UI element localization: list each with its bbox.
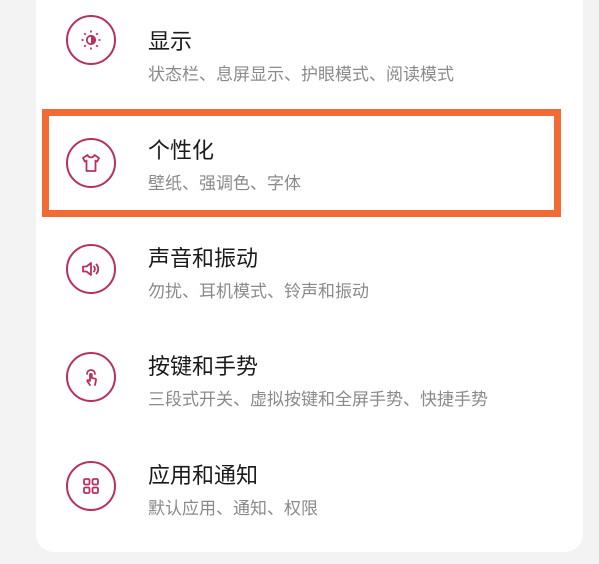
tshirt-icon [66, 138, 116, 188]
settings-item-personalization[interactable]: 个性化 壁纸、强调色、字体 [36, 109, 583, 217]
settings-item-title: 声音和振动 [148, 247, 259, 272]
touch-gesture-icon [66, 352, 116, 402]
settings-item-subtitle: 默认应用、通知、权限 [148, 499, 318, 519]
brightness-icon [66, 15, 116, 65]
apps-grid-icon [66, 461, 116, 511]
speaker-icon [66, 244, 116, 294]
settings-item-apps-notifications[interactable]: 应用和通知 默认应用、通知、权限 [36, 432, 583, 540]
settings-item-subtitle: 状态栏、息屏显示、护眼模式、阅读模式 [148, 65, 454, 85]
settings-item-subtitle: 勿扰、耳机模式、铃声和振动 [148, 282, 369, 302]
settings-item-title: 个性化 [148, 139, 215, 164]
settings-item-subtitle: 三段式开关、虚拟按键和全屏手势、快捷手势 [148, 390, 488, 410]
settings-item-sound-vibration[interactable]: 声音和振动 勿扰、耳机模式、铃声和振动 [36, 215, 583, 323]
settings-item-subtitle: 壁纸、强调色、字体 [148, 174, 301, 194]
settings-item-title: 显示 [148, 30, 193, 55]
settings-item-display[interactable]: 显示 状态栏、息屏显示、护眼模式、阅读模式 [36, 0, 583, 94]
settings-item-title: 按键和手势 [148, 355, 259, 380]
settings-item-title: 应用和通知 [148, 464, 259, 489]
settings-item-buttons-gestures[interactable]: 按键和手势 三段式开关、虚拟按键和全屏手势、快捷手势 [36, 323, 583, 431]
